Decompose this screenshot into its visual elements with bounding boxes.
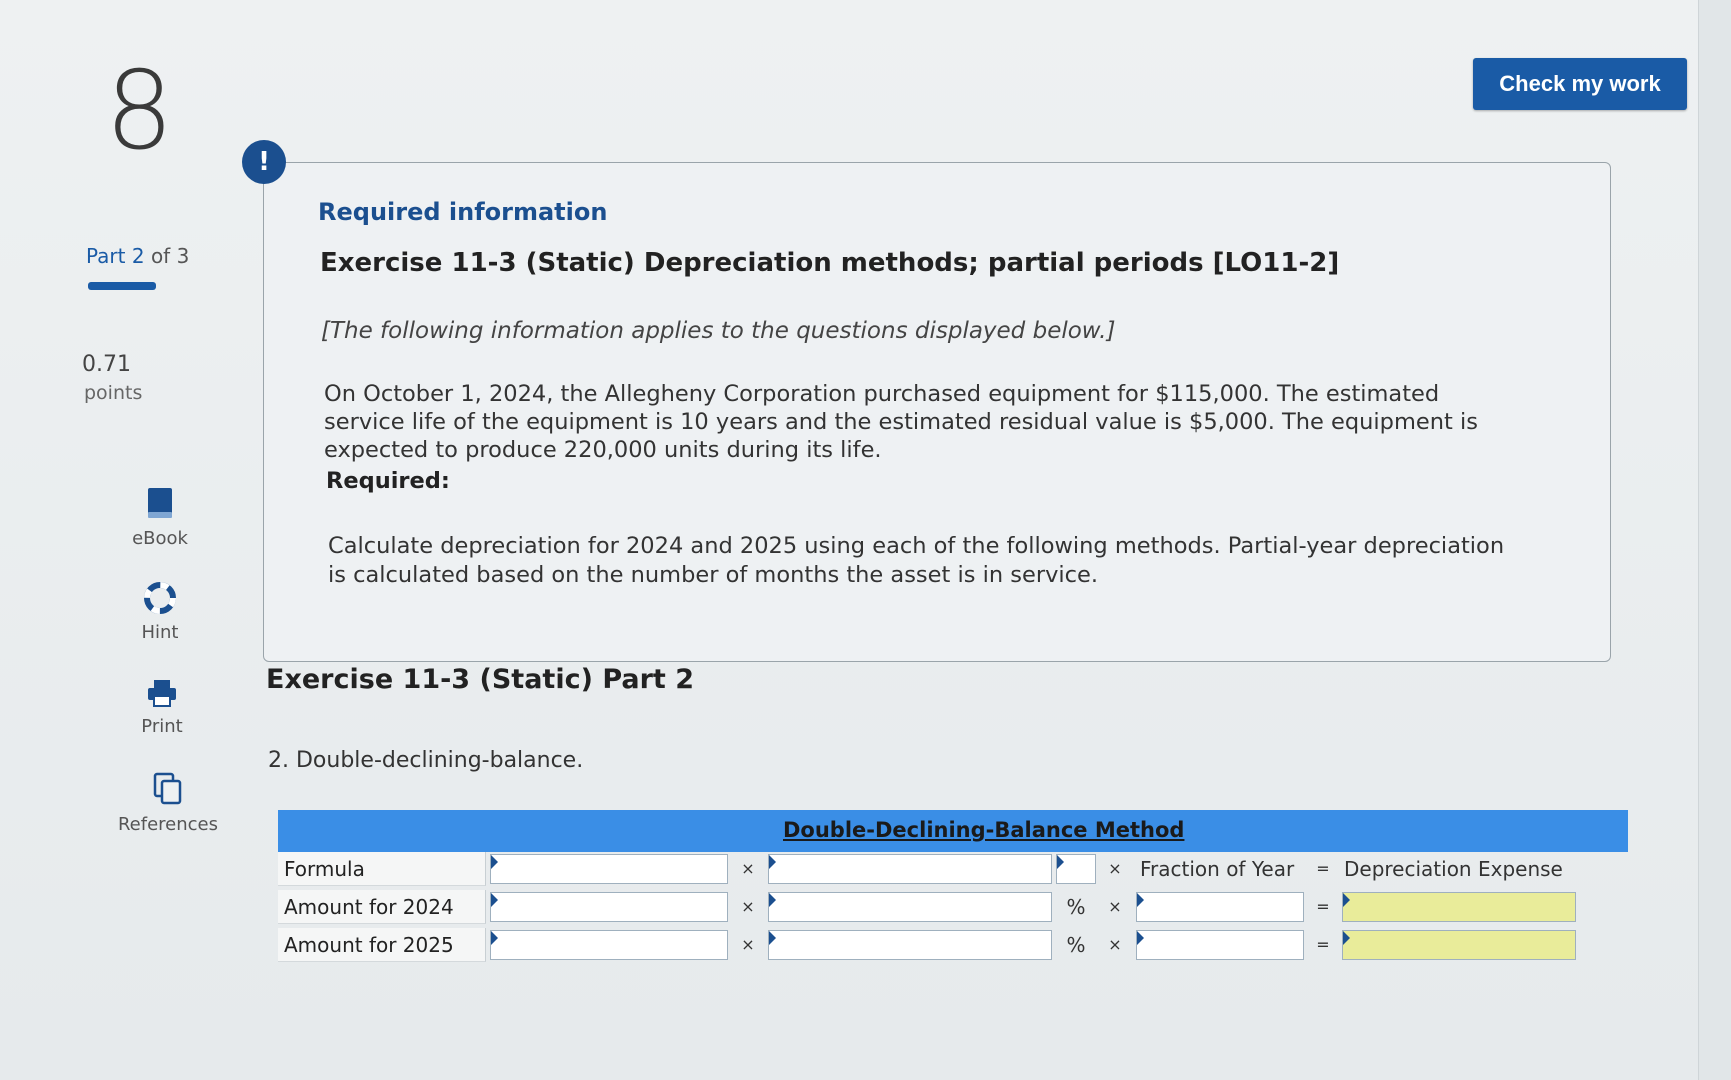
amount-2024-input-1[interactable] — [490, 892, 728, 922]
printer-icon — [148, 680, 176, 707]
copy-icon — [153, 772, 182, 805]
multiply-sign: × — [741, 935, 755, 954]
alert-icon: ! — [242, 140, 286, 184]
table-row-formula: Formula × × Fraction of Year = Depreciat… — [278, 852, 1628, 886]
references-button[interactable]: References — [108, 772, 228, 835]
ddb-table: Double-Declining-Balance Method Formula … — [278, 810, 1628, 988]
formula-input-1[interactable] — [490, 854, 728, 884]
equals-sign: = — [1316, 935, 1330, 954]
points-value: 0.71 — [82, 352, 131, 377]
amount-2025-fraction-input[interactable] — [1136, 930, 1304, 960]
points-label: points — [84, 382, 143, 404]
table-header-title: Double-Declining-Balance Method — [783, 818, 1185, 842]
amount-2024-input-2[interactable] — [768, 892, 1052, 922]
amount-2025-result-input[interactable] — [1342, 930, 1576, 960]
table-header: Double-Declining-Balance Method — [278, 810, 1628, 852]
multiply-sign: × — [741, 897, 755, 916]
ebook-label: eBook — [132, 528, 188, 549]
required-information-heading: Required information — [318, 198, 608, 226]
screen: 8 Part 2 of 3 0.71 points eBook Hint Pri… — [0, 0, 1731, 1080]
percent-sign: % — [1066, 895, 1086, 919]
row-label: Amount for 2024 — [278, 890, 486, 924]
part-title: Exercise 11-3 (Static) Part 2 — [266, 664, 695, 695]
fraction-of-year-label: Fraction of Year — [1140, 857, 1295, 881]
hint-label: Hint — [141, 622, 179, 643]
question-text: 2. Double-declining-balance. — [268, 748, 584, 773]
table-row-2025: Amount for 2025 × % × = — [278, 928, 1628, 962]
multiply-sign: × — [741, 859, 755, 878]
window-edge — [1698, 0, 1731, 1080]
depreciation-expense-label: Depreciation Expense — [1344, 857, 1563, 881]
question-number: 8 — [105, 49, 174, 174]
lifebuoy-icon — [144, 582, 176, 614]
table-row-2024: Amount for 2024 × % × = — [278, 890, 1628, 924]
exercise-title: Exercise 11-3 (Static) Depreciation meth… — [320, 248, 1340, 278]
formula-input-2[interactable] — [768, 854, 1052, 884]
part-of: of 3 — [150, 244, 190, 268]
print-button[interactable]: Print — [102, 678, 222, 737]
multiply-sign: × — [1108, 897, 1122, 916]
equals-sign: = — [1316, 897, 1330, 916]
equals-sign: = — [1316, 859, 1330, 878]
check-my-work-button[interactable]: Check my work — [1473, 58, 1687, 110]
instructions-paragraph: Calculate depreciation for 2024 and 2025… — [328, 533, 1505, 588]
problem-paragraph: On October 1, 2024, the Allegheny Corpor… — [324, 381, 1478, 463]
part-indicator: Part 2 of 3 — [86, 244, 189, 268]
hint-button[interactable]: Hint — [100, 582, 220, 643]
part-current: 2 — [131, 244, 145, 268]
print-label: Print — [141, 716, 183, 737]
amount-2024-fraction-input[interactable] — [1136, 892, 1304, 922]
row-label: Formula — [278, 852, 486, 886]
ebook-button[interactable]: eBook — [100, 486, 220, 549]
amount-2025-input-2[interactable] — [768, 930, 1052, 960]
multiply-sign: × — [1108, 935, 1122, 954]
required-label: Required: — [326, 468, 450, 494]
part-label: Part — [86, 244, 126, 268]
formula-input-3[interactable] — [1056, 854, 1096, 884]
multiply-sign: × — [1108, 859, 1122, 878]
amount-2024-result-input[interactable] — [1342, 892, 1576, 922]
references-label: References — [117, 814, 219, 835]
amount-2025-input-1[interactable] — [490, 930, 728, 960]
part-progress-bar — [88, 282, 156, 290]
percent-sign: % — [1066, 933, 1086, 957]
row-label: Amount for 2025 — [278, 928, 486, 962]
info-note: [The following information applies to th… — [321, 318, 1116, 344]
book-icon — [148, 488, 172, 518]
